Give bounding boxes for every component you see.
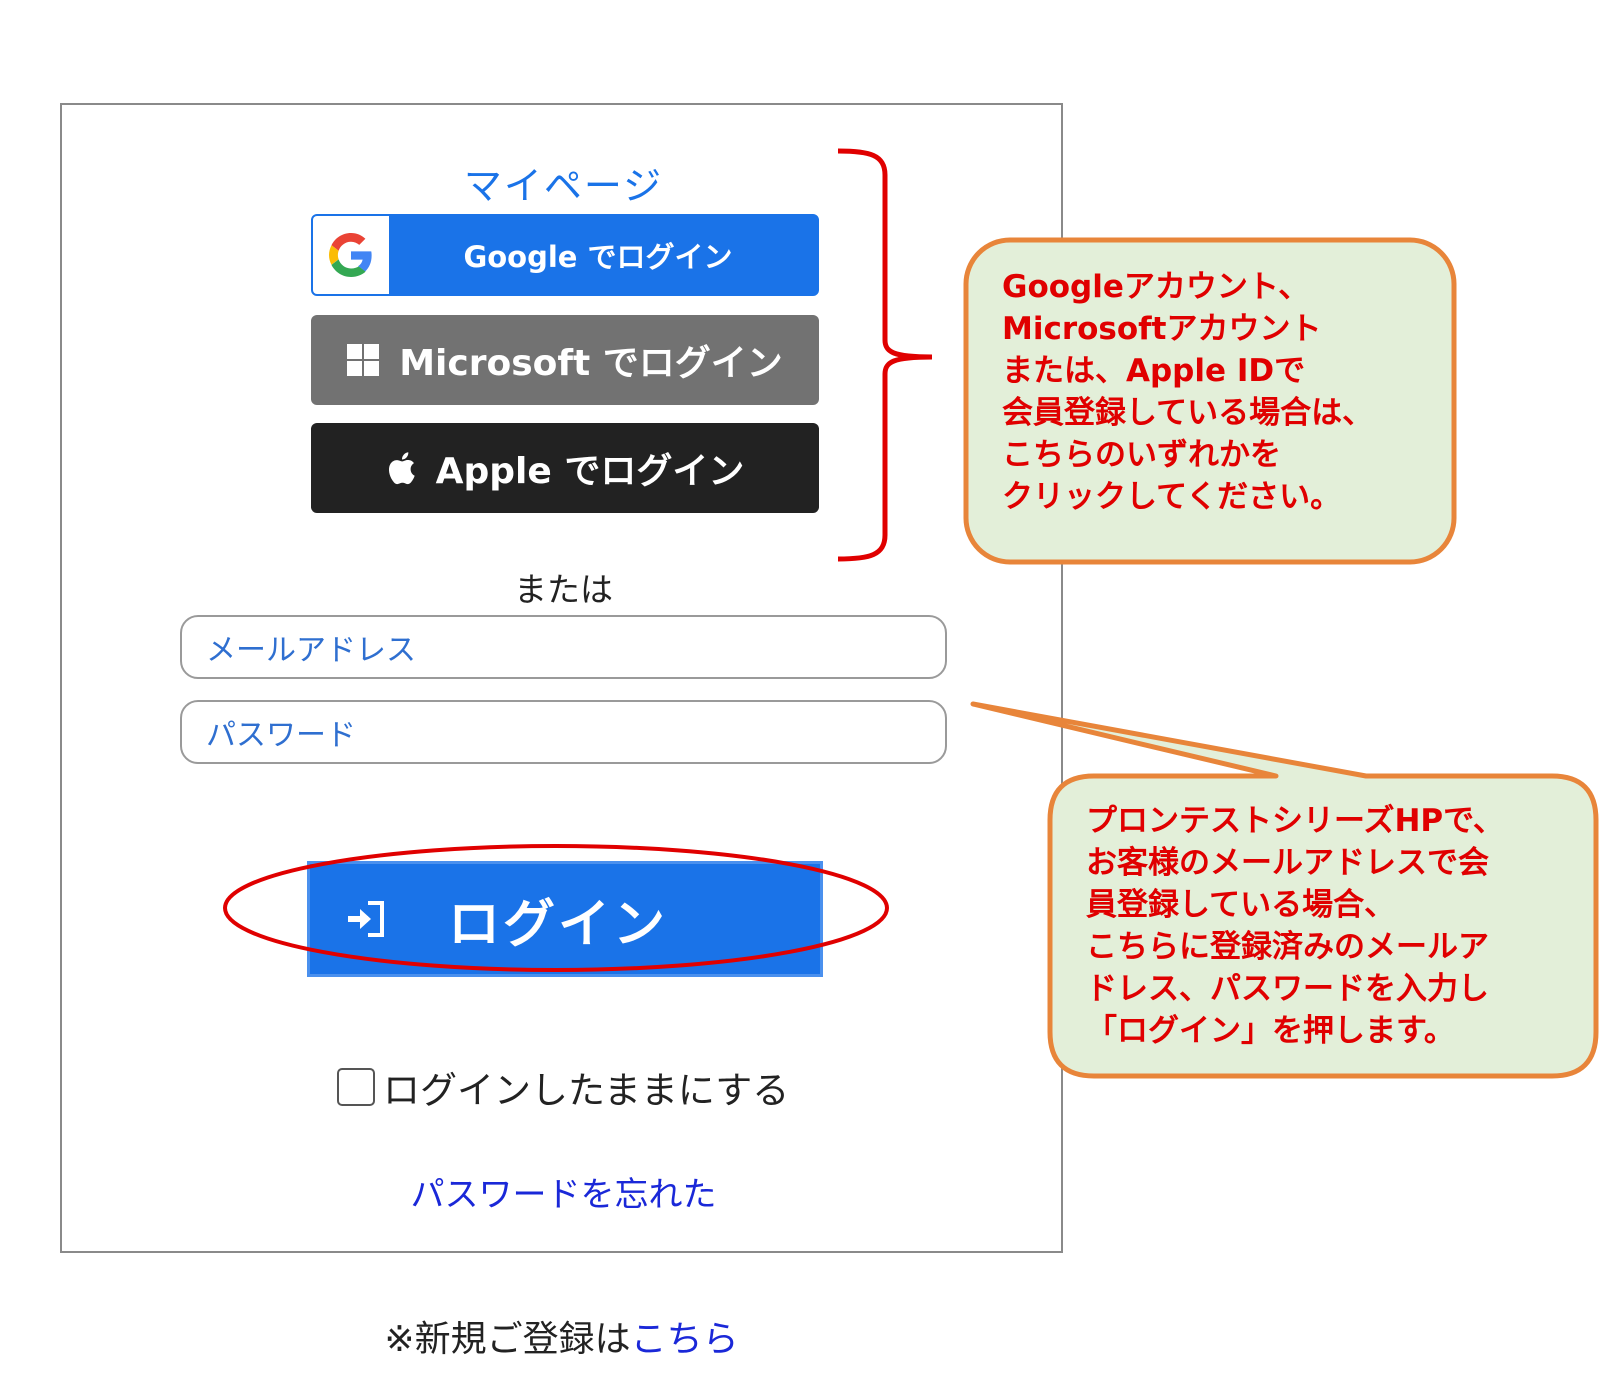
screen: マイページ Google でログイン Microsoft でログイン Apple… bbox=[0, 0, 1600, 1378]
sso-callout-text: Googleアカウント、 Microsoftアカウント または、Apple ID… bbox=[1002, 269, 1374, 515]
annotation-overlay bbox=[223, 148, 1599, 1079]
email-callout-text: プロンテストシリーズHPで、 お客様のメールアドレスで会 員登録している場合、 … bbox=[1086, 803, 1504, 1049]
login-highlight-ellipse bbox=[223, 844, 889, 972]
sso-bracket bbox=[837, 148, 933, 562]
